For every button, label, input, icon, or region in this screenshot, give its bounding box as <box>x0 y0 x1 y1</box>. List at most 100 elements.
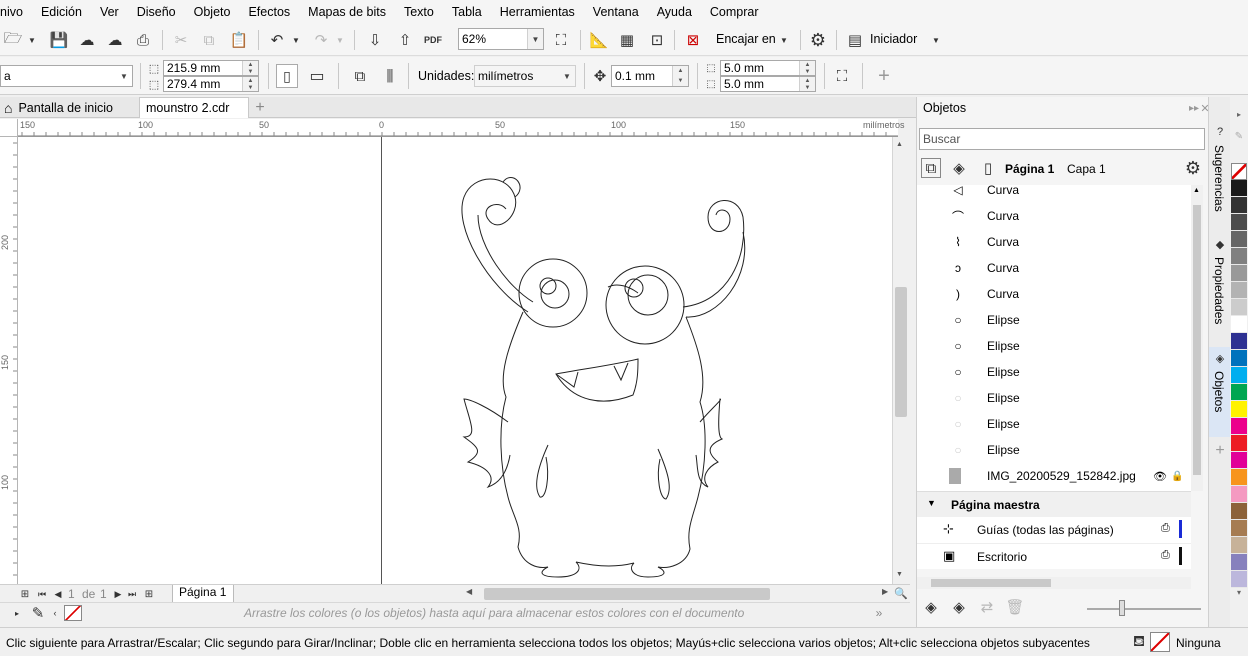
layers-icon[interactable]: ◈ <box>949 158 969 178</box>
list-item[interactable]: ○ Elipse <box>917 307 1191 333</box>
import-icon[interactable]: ⇩ <box>364 30 386 50</box>
list-item[interactable]: ○ Elipse <box>917 411 1191 437</box>
add-icon[interactable]: + <box>874 64 894 88</box>
export-pdf-icon[interactable]: PDF <box>422 30 444 50</box>
tab-objetos-active[interactable]: ◈ Objetos <box>1209 347 1230 437</box>
color-swatch[interactable] <box>1231 333 1247 350</box>
palette-menu-icon[interactable]: ▸ <box>12 605 22 621</box>
first-page-icon[interactable]: ⏮ <box>36 586 48 602</box>
color-swatch[interactable] <box>1231 486 1247 503</box>
list-item[interactable]: ⊹ Guías (todas las páginas) ⎙ <box>917 517 1191 543</box>
delete-icon[interactable]: 🗑 <box>1005 597 1025 617</box>
redo-icon[interactable]: ↷ <box>310 30 332 50</box>
docker-horizontal-scrollbar[interactable] <box>917 577 1191 589</box>
scroll-palette-right-icon[interactable]: » <box>874 605 884 621</box>
duplicate-y-field[interactable]: 5.0 mm ▲ ▼ <box>720 76 816 92</box>
page-icon[interactable]: ▯ <box>979 158 997 178</box>
zoom-fit-icon[interactable]: ⛶ <box>550 30 572 50</box>
copy-icon[interactable]: ⧉ <box>198 30 220 50</box>
menu-archivo[interactable]: nivo <box>0 5 32 19</box>
fill-none-swatch[interactable] <box>1150 632 1170 652</box>
color-swatch[interactable] <box>1231 452 1247 469</box>
next-page-icon[interactable]: ▶ <box>112 586 124 602</box>
current-page-icon[interactable]: ⫼ <box>378 64 402 88</box>
color-swatch[interactable] <box>1231 350 1247 367</box>
thumbnail-size-slider[interactable] <box>1087 608 1201 610</box>
scroll-thumb[interactable] <box>931 579 1051 587</box>
guides-toggle-icon[interactable]: ⊡ <box>646 30 668 50</box>
nudge-field[interactable]: 0.1 mm ▲ ▼ <box>611 65 689 87</box>
scroll-up-icon[interactable]: ▲ <box>896 141 903 148</box>
color-swatch[interactable] <box>1231 214 1247 231</box>
menu-objeto[interactable]: Objeto <box>185 5 240 19</box>
eyedropper-icon[interactable]: ✎ <box>30 605 46 622</box>
open-dropdown-icon[interactable]: ▼ <box>26 30 38 50</box>
object-list-scrollbar[interactable]: ▲ <box>1191 185 1203 491</box>
list-item[interactable]: ○ Elipse <box>917 333 1191 359</box>
color-swatch[interactable] <box>1231 248 1247 265</box>
tab-home[interactable]: ⌂ Pantalla de inicio <box>0 97 138 118</box>
zoom-navigator-icon[interactable]: 🔍 <box>893 585 909 601</box>
palette-scroll-up-icon[interactable]: ▸ <box>1232 107 1246 121</box>
scroll-palette-left-icon[interactable]: ‹ <box>50 605 60 621</box>
list-item[interactable]: ○ Elipse <box>917 385 1191 411</box>
duplicate-y-spinner[interactable]: ▲ ▼ <box>799 77 815 91</box>
list-item[interactable]: ↄ Curva <box>917 255 1191 281</box>
docker-search-input[interactable]: Buscar <box>919 128 1205 150</box>
tab-propiedades[interactable]: Propiedades <box>1212 257 1226 324</box>
document-palette[interactable]: ▸ ✎ ‹ Arrastre los colores (o los objeto… <box>0 602 910 622</box>
export-icon[interactable]: ⇧ <box>394 30 416 50</box>
units-combo[interactable]: milímetros ▼ <box>474 65 576 87</box>
landscape-icon[interactable]: ▭ <box>304 64 330 88</box>
scroll-down-icon[interactable]: ▼ <box>896 571 903 578</box>
tab-document[interactable]: mounstro 2.cdr <box>139 97 249 118</box>
chevron-down-icon[interactable]: ▼ <box>527 29 543 49</box>
undo-dropdown-icon[interactable]: ▼ <box>290 30 302 50</box>
printer-icon[interactable]: ⎙ <box>1161 549 1170 562</box>
snap-off-icon[interactable]: ⊠ <box>682 30 704 50</box>
ruler-origin[interactable] <box>0 119 18 137</box>
snap-to-label[interactable]: Encajar en <box>716 32 776 46</box>
menu-ayuda[interactable]: Ayuda <box>648 5 701 19</box>
menu-mapas-de-bits[interactable]: Mapas de bits <box>299 5 395 19</box>
new-master-layer-icon[interactable]: ◈ <box>949 597 969 617</box>
menu-edicion[interactable]: Edición <box>32 5 91 19</box>
list-item[interactable]: ⌒ Curva <box>917 203 1191 229</box>
vertical-ruler[interactable]: 200 150 100 <box>0 137 18 584</box>
slider-handle[interactable] <box>1119 600 1125 616</box>
scroll-left-icon[interactable]: ◀ <box>466 587 472 596</box>
no-color-swatch[interactable] <box>1231 163 1247 180</box>
list-item[interactable]: ○ Elipse <box>917 359 1191 385</box>
printer-icon[interactable]: ⎙ <box>1161 522 1170 535</box>
scroll-up-icon[interactable]: ▲ <box>1193 187 1200 194</box>
list-item[interactable]: ) Curva <box>917 281 1191 307</box>
move-to-layer-icon[interactable]: ⇄ <box>977 597 997 617</box>
color-swatch[interactable] <box>1231 537 1247 554</box>
chevron-down-icon[interactable]: ▼ <box>116 66 132 86</box>
menu-ver[interactable]: Ver <box>91 5 128 19</box>
canvas-vertical-scrollbar[interactable]: ▲ ▼ <box>892 137 909 584</box>
color-swatch[interactable] <box>1231 384 1247 401</box>
save-icon[interactable]: 💾 <box>48 30 70 50</box>
current-layer-label[interactable]: Capa 1 <box>1067 162 1106 176</box>
monster-drawing[interactable] <box>18 137 892 584</box>
palette-tool-icon[interactable]: ✎ <box>1232 129 1246 143</box>
snap-dropdown-icon[interactable]: ▼ <box>778 30 790 50</box>
launcher-icon[interactable]: ▤ <box>844 30 866 50</box>
scroll-thumb[interactable] <box>895 287 907 417</box>
bleed-icon[interactable]: ⛶ <box>830 64 854 88</box>
color-swatch[interactable] <box>1231 469 1247 486</box>
prev-page-icon[interactable]: ◀ <box>52 586 64 602</box>
new-tab-plus-icon[interactable]: + <box>251 97 269 118</box>
scroll-thumb[interactable] <box>1193 205 1201 475</box>
portrait-icon[interactable]: ▯ <box>276 64 298 88</box>
cloud-upload-icon[interactable]: ☁ <box>104 30 126 50</box>
color-swatch[interactable] <box>1231 231 1247 248</box>
color-swatch[interactable] <box>1231 520 1247 537</box>
color-swatch[interactable] <box>1231 180 1247 197</box>
list-item[interactable]: ▣ Escritorio ⎙ <box>917 543 1191 569</box>
scroll-right-icon[interactable]: ▶ <box>882 587 888 596</box>
rulers-toggle-icon[interactable]: 📐 <box>588 30 610 50</box>
page-preset-combo[interactable]: a ▼ <box>0 65 133 87</box>
collapse-docker-icon[interactable]: ▸▸ <box>1189 101 1199 115</box>
